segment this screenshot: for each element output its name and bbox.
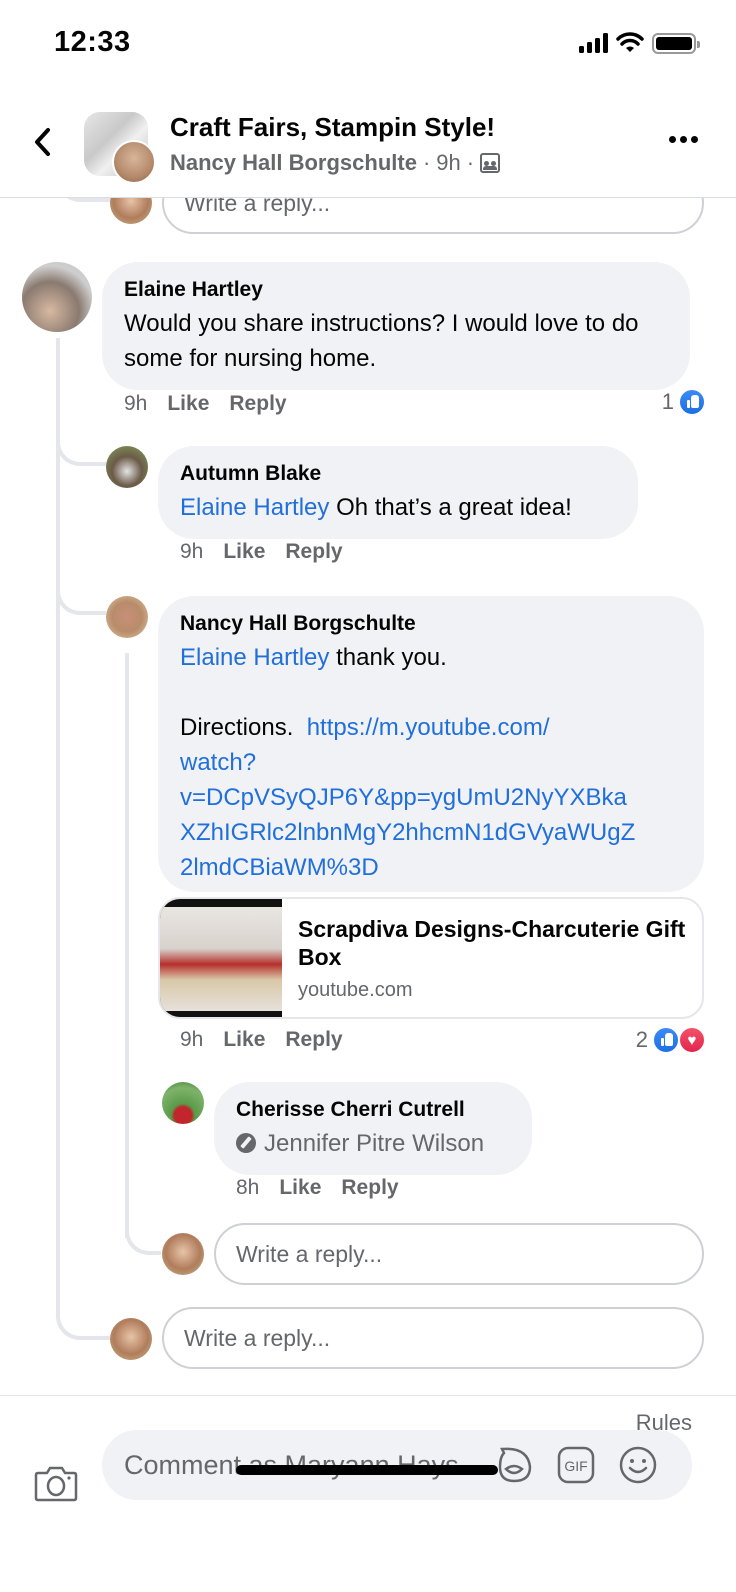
status-icons xyxy=(579,32,700,54)
reply-bubble[interactable]: Cherisse Cherri Cutrell Jennifer Pitre W… xyxy=(214,1082,532,1175)
like-reaction-icon xyxy=(652,1026,680,1054)
commenter-avatar[interactable] xyxy=(22,262,92,332)
wifi-icon xyxy=(616,32,644,52)
group-name[interactable]: Craft Fairs, Stampin Style! xyxy=(170,112,495,143)
reaction-count: 2 xyxy=(635,1027,648,1052)
avatar-sticker-icon[interactable] xyxy=(494,1445,534,1485)
like-button[interactable]: Like xyxy=(223,540,265,564)
thread-connector xyxy=(56,198,110,202)
reply-time[interactable]: 9h xyxy=(180,1028,203,1052)
reply-time[interactable]: 8h xyxy=(236,1176,259,1200)
commenter-avatar[interactable] xyxy=(106,446,148,488)
thread-connector xyxy=(125,1213,161,1255)
reply-text: Oh that’s a great idea! xyxy=(329,494,572,521)
link-title: Scrapdiva Designs-Charcuterie Gift Box xyxy=(298,916,686,970)
home-indicator[interactable] xyxy=(236,1465,498,1475)
reply-author[interactable]: Autumn Blake xyxy=(180,458,616,490)
reply-button[interactable]: Reply xyxy=(285,1028,342,1052)
reply-time[interactable]: 9h xyxy=(180,540,203,564)
current-user-avatar xyxy=(110,198,152,224)
comment-author[interactable]: Elaine Hartley xyxy=(124,274,668,306)
youtube-link[interactable]: https://m.youtube.com/ xyxy=(307,714,550,741)
separator: · xyxy=(466,150,475,175)
thread-line xyxy=(125,653,129,1238)
comment-bubble[interactable]: Elaine Hartley Would you share instructi… xyxy=(102,262,690,390)
current-user-avatar xyxy=(162,1233,204,1275)
back-button[interactable] xyxy=(28,122,58,162)
youtube-link[interactable]: watch? xyxy=(180,745,682,780)
reaction-summary[interactable]: 2 ♥ xyxy=(636,1026,706,1054)
reaction-summary[interactable]: 1 xyxy=(662,388,706,416)
poster-name[interactable]: Nancy Hall Borgschulte xyxy=(170,150,417,176)
youtube-link[interactable]: v=DCpVSyQJP6Y&pp=ygUmU2NyYXBka xyxy=(180,780,682,815)
tagged-name[interactable]: Jennifer Pitre Wilson xyxy=(264,1130,484,1157)
reaction-count: 1 xyxy=(661,389,674,414)
comment-text: Would you share instructions? I would lo… xyxy=(124,310,639,372)
battery-icon xyxy=(652,32,700,54)
post-subtitle: Nancy Hall Borgschulte · 9h · xyxy=(170,150,501,176)
reply-actions: 8h Like Reply xyxy=(236,1176,399,1200)
reply-author[interactable]: Nancy Hall Borgschulte xyxy=(180,608,682,640)
poster-avatar[interactable] xyxy=(112,140,156,184)
status-bar: 12:33 xyxy=(0,0,736,90)
comment-time[interactable]: 9h xyxy=(124,392,147,416)
youtube-link[interactable]: 2lmdCBiaWM%3D xyxy=(180,850,682,885)
more-options-button[interactable] xyxy=(669,136,698,143)
thread-line xyxy=(56,558,60,1303)
commenter-avatar[interactable] xyxy=(106,596,148,638)
reply-actions: 9h Like Reply xyxy=(180,1028,343,1052)
reply-input[interactable]: Write a reply... xyxy=(162,198,704,234)
current-user-avatar xyxy=(110,1318,152,1360)
reply-button[interactable]: Reply xyxy=(341,1176,398,1200)
thread-connector xyxy=(56,418,106,466)
mention-link[interactable]: Elaine Hartley xyxy=(180,644,329,671)
reply-button[interactable]: Reply xyxy=(285,540,342,564)
status-time: 12:33 xyxy=(54,26,131,58)
post-header: Craft Fairs, Stampin Style! Nancy Hall B… xyxy=(0,100,736,198)
commenter-avatar[interactable] xyxy=(162,1082,204,1124)
comment-composer: Rules Comment as Maryann Hays... GIF xyxy=(0,1395,736,1592)
reply-bubble[interactable]: Nancy Hall Borgschulte Elaine Hartley th… xyxy=(158,596,704,892)
directions-label: Directions. xyxy=(180,714,307,741)
cellular-signal-icon xyxy=(579,33,608,53)
like-button[interactable]: Like xyxy=(167,392,209,416)
mention-link[interactable]: Elaine Hartley xyxy=(180,494,329,521)
like-button[interactable]: Like xyxy=(279,1176,321,1200)
reply-text: thank you. xyxy=(329,644,447,671)
gif-icon[interactable]: GIF xyxy=(556,1445,596,1485)
reply-button[interactable]: Reply xyxy=(229,392,286,416)
reply-input[interactable]: Write a reply... xyxy=(162,1307,704,1369)
comments-feed[interactable]: Write a reply... Elaine Hartley Would yo… xyxy=(0,198,736,1395)
reply-actions: 9h Like Reply xyxy=(180,540,343,564)
svg-text:GIF: GIF xyxy=(564,1458,587,1474)
emoji-icon[interactable] xyxy=(618,1445,658,1485)
composer-tools: GIF xyxy=(494,1445,658,1485)
thread-connector xyxy=(56,1298,110,1340)
reply-bubble[interactable]: Autumn Blake Elaine Hartley Oh that’s a … xyxy=(158,446,638,539)
link-thumbnail xyxy=(160,899,282,1017)
youtube-link[interactable]: XZhIGRlc2lnbnMgY2hhcmN1dGVyaWUgZ xyxy=(180,815,682,850)
reply-input[interactable]: Write a reply... xyxy=(214,1223,704,1285)
more-horizontal-icon xyxy=(669,136,676,143)
camera-icon[interactable] xyxy=(34,1464,78,1502)
reply-author[interactable]: Cherisse Cherri Cutrell xyxy=(236,1094,510,1126)
members-group-icon xyxy=(480,153,501,173)
like-button[interactable]: Like xyxy=(223,1028,265,1052)
like-reaction-icon xyxy=(678,388,706,416)
post-time[interactable]: 9h xyxy=(436,150,460,176)
thread-connector xyxy=(56,563,106,615)
love-reaction-icon: ♥ xyxy=(678,1026,706,1054)
tag-icon xyxy=(236,1133,256,1153)
link-preview-card[interactable]: Scrapdiva Designs-Charcuterie Gift Box y… xyxy=(158,897,704,1019)
comment-actions: 9h Like Reply xyxy=(124,392,287,416)
link-domain: youtube.com xyxy=(298,979,413,1001)
separator: · xyxy=(422,150,431,175)
